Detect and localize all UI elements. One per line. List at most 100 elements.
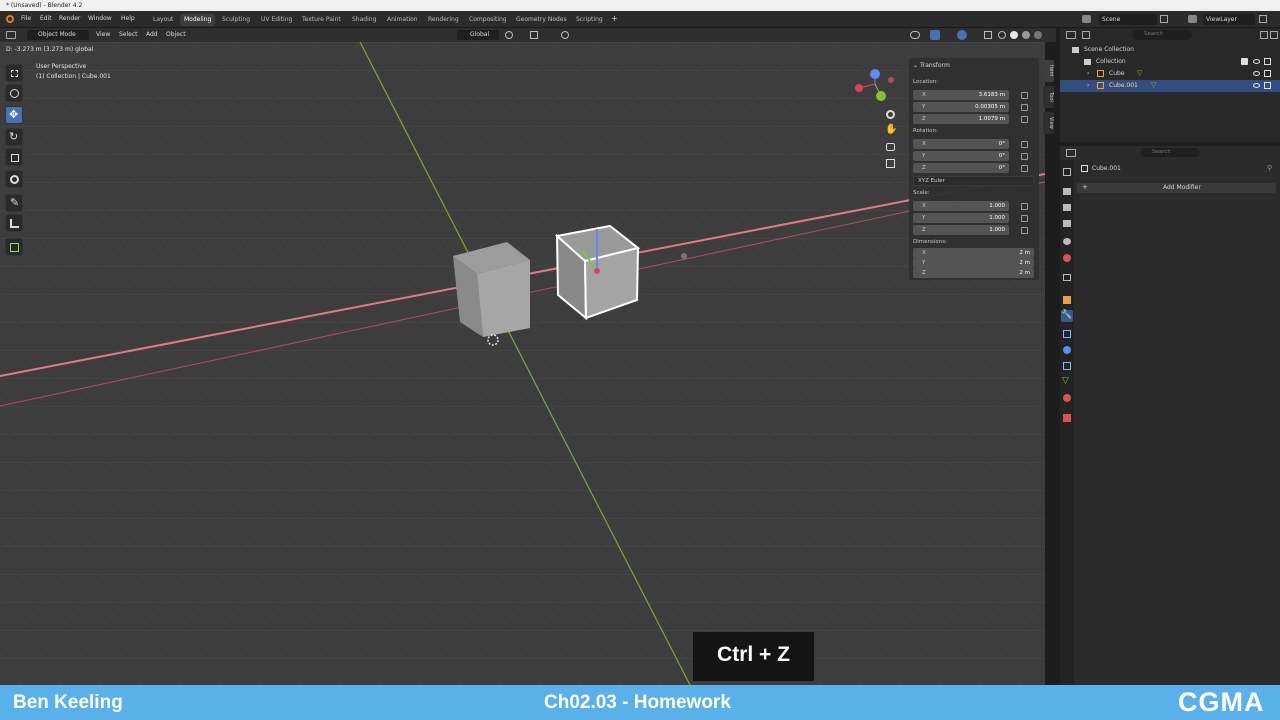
mode-dropdown[interactable]: Object Mode — [27, 30, 89, 40]
eye-icon[interactable] — [1253, 59, 1260, 64]
lock-icon[interactable] — [1021, 141, 1028, 148]
tab-animation[interactable]: Animation — [383, 14, 422, 26]
menu-window[interactable]: Window — [88, 15, 112, 22]
scene-props-icon[interactable] — [1063, 238, 1071, 245]
sidebar-tab-tool[interactable]: Tool — [1043, 86, 1054, 108]
constraints-icon[interactable] — [1063, 362, 1071, 370]
orientation-dropdown[interactable]: Global — [457, 30, 499, 40]
object-props-icon[interactable] — [1063, 296, 1071, 304]
material-icon[interactable] — [1063, 394, 1071, 402]
xray-icon[interactable] — [984, 31, 992, 39]
eye-icon[interactable] — [1253, 71, 1260, 76]
gizmo-toggle-icon[interactable] — [930, 30, 940, 40]
add-workspace-icon[interactable]: + — [611, 14, 618, 23]
tool-scale[interactable] — [5, 148, 23, 166]
menu-view[interactable]: View — [93, 30, 113, 40]
location-y-field[interactable]: Y 0.00305 m — [913, 102, 1009, 112]
lock-icon[interactable] — [1021, 227, 1028, 234]
scale-z-field[interactable]: Z 1.000 — [913, 225, 1009, 235]
lock-icon[interactable] — [1021, 104, 1028, 111]
tab-rendering[interactable]: Rendering — [424, 14, 463, 26]
tab-shading[interactable]: Shading — [348, 14, 380, 26]
tool-cursor[interactable] — [5, 84, 23, 102]
modifier-wrench-icon[interactable]: 🔧 — [1061, 310, 1073, 322]
menu-select[interactable]: Select — [116, 30, 141, 40]
tool-annotate[interactable]: ✎ — [5, 194, 23, 212]
scale-y-field[interactable]: Y 1.000 — [913, 213, 1009, 223]
pan-hand-icon[interactable]: ✋ — [885, 124, 897, 135]
tab-modeling[interactable]: Modeling — [180, 14, 216, 26]
transform-section-header[interactable]: ⌄ Transform — [913, 62, 950, 69]
camera-view-icon[interactable] — [886, 143, 895, 151]
dimensions-z-field[interactable]: Z 2 m — [913, 268, 1034, 278]
menu-file[interactable]: File — [21, 15, 31, 22]
output-props-icon[interactable] — [1063, 204, 1071, 211]
tab-texture-paint[interactable]: Texture Paint — [298, 14, 345, 26]
rotation-mode-dropdown[interactable]: XYZ Euler — [913, 176, 1034, 186]
lock-icon[interactable] — [1021, 165, 1028, 172]
rotation-x-field[interactable]: X 0° — [913, 139, 1009, 149]
tab-sculpting[interactable]: Sculpting — [218, 14, 254, 26]
3d-viewport[interactable]: D: -3.273 m (3.273 m) global User Perspe… — [0, 42, 1045, 685]
view-layer-props-icon[interactable] — [1063, 220, 1071, 227]
filter-icon[interactable] — [1082, 31, 1090, 39]
material-shading-icon[interactable] — [1022, 31, 1030, 39]
wireframe-shading-icon[interactable] — [998, 31, 1006, 39]
scene-selector[interactable]: Scene — [1099, 14, 1157, 25]
proportional-edit-icon[interactable] — [561, 31, 569, 39]
visibility-icon[interactable] — [910, 31, 920, 39]
expand-chevron-icon[interactable]: › — [1087, 82, 1089, 89]
checkbox-icon[interactable] — [1241, 58, 1248, 65]
lock-icon[interactable] — [1021, 92, 1028, 99]
overlay-toggle-icon[interactable] — [957, 30, 967, 40]
tab-scripting[interactable]: Scripting — [572, 14, 607, 26]
outliner-row-scene-collection[interactable]: Scene Collection — [1060, 44, 1280, 56]
dimensions-x-field[interactable]: X 2 m — [913, 248, 1034, 258]
ortho-grid-icon[interactable] — [886, 159, 895, 168]
menu-add[interactable]: Add — [143, 30, 161, 40]
tool-measure[interactable] — [5, 214, 23, 232]
menu-render[interactable]: Render — [59, 15, 80, 22]
sidebar-tab-view[interactable]: View — [1043, 112, 1054, 134]
outliner-row-cube[interactable]: › Cube ▽ — [1060, 68, 1280, 80]
new-scene-icon[interactable] — [1160, 15, 1168, 23]
outliner-filter-icon[interactable] — [1260, 31, 1268, 39]
physics-icon[interactable] — [1063, 346, 1071, 354]
lock-icon[interactable] — [1021, 215, 1028, 222]
tab-geometry-nodes[interactable]: Geometry Nodes — [512, 14, 571, 26]
sidebar-tab-item[interactable]: Item — [1043, 60, 1054, 82]
particles-icon[interactable] — [1063, 330, 1071, 338]
menu-object[interactable]: Object — [163, 30, 189, 40]
lock-icon[interactable] — [1021, 203, 1028, 210]
tool-props-icon[interactable] — [1063, 168, 1071, 176]
data-mesh-icon[interactable]: ▽ — [1062, 376, 1069, 386]
menu-help[interactable]: Help — [121, 15, 135, 22]
solid-shading-icon[interactable] — [1010, 31, 1018, 39]
tool-rotate[interactable]: ↻ — [5, 128, 23, 146]
dimensions-y-field[interactable]: Y 2 m — [913, 258, 1034, 268]
add-modifier-button[interactable]: + Add Modifier — [1077, 183, 1276, 193]
tab-uv-editing[interactable]: UV Editing — [257, 14, 296, 26]
rotation-z-field[interactable]: Z 0° — [913, 163, 1009, 173]
world-props-icon[interactable] — [1063, 254, 1071, 262]
pivot-icon[interactable] — [505, 31, 513, 39]
outliner-editor-icon[interactable] — [1066, 31, 1076, 39]
view-layer-selector[interactable]: ViewLayer — [1203, 14, 1255, 25]
collection-props-icon[interactable] — [1063, 274, 1071, 281]
location-x-field[interactable]: X 3.6183 m — [913, 90, 1009, 100]
rendered-shading-icon[interactable] — [1034, 31, 1042, 39]
tool-add-cube[interactable] — [5, 238, 23, 256]
camera-render-icon[interactable] — [1264, 70, 1271, 77]
tool-select-box[interactable] — [5, 64, 23, 82]
eye-icon[interactable] — [1253, 83, 1260, 88]
tool-move[interactable]: ✥ — [5, 106, 23, 124]
outliner-row-collection[interactable]: Collection — [1060, 56, 1280, 68]
snap-icon[interactable] — [530, 31, 538, 39]
new-collection-icon[interactable] — [1270, 31, 1278, 39]
blender-logo-icon[interactable] — [6, 15, 14, 23]
expand-chevron-icon[interactable]: › — [1087, 70, 1089, 77]
camera-render-icon[interactable] — [1264, 82, 1271, 89]
lock-icon[interactable] — [1021, 153, 1028, 160]
pin-icon[interactable]: ⚲ — [1267, 164, 1272, 172]
editor-type-icon[interactable] — [6, 31, 16, 39]
